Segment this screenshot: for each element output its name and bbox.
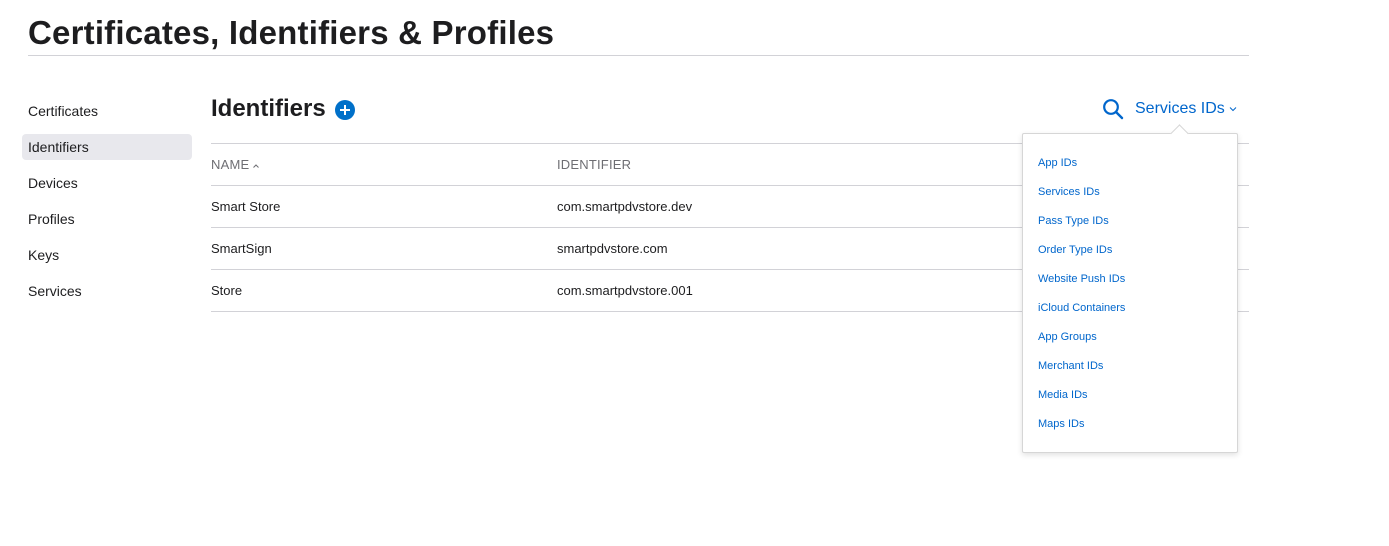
sidebar-item-identifiers[interactable]: Identifiers xyxy=(22,134,192,160)
dropdown-option-maps-ids[interactable]: Maps IDs xyxy=(1038,414,1125,443)
chevron-down-icon xyxy=(1229,106,1237,111)
sidebar-item-profiles[interactable]: Profiles xyxy=(22,206,192,232)
row-identifier: com.smartpdvstore.001 xyxy=(557,283,693,298)
dropdown-option-merchant-ids[interactable]: Merchant IDs xyxy=(1038,356,1125,385)
page-title: Certificates, Identifiers & Profiles xyxy=(28,14,555,51)
sidebar-item-keys[interactable]: Keys xyxy=(22,242,192,268)
dropdown-option-icloud-containers[interactable]: iCloud Containers xyxy=(1038,298,1125,327)
dropdown-caret xyxy=(1170,124,1189,143)
dropdown-option-pass-type-ids[interactable]: Pass Type IDs xyxy=(1038,211,1125,240)
sidebar-item-devices[interactable]: Devices xyxy=(22,170,192,196)
identifier-type-select[interactable]: Services IDs xyxy=(1135,98,1237,120)
title-divider xyxy=(28,55,1249,56)
add-identifier-button[interactable] xyxy=(335,100,355,120)
row-name: SmartSign xyxy=(211,241,272,256)
identifier-type-dropdown: App IDs Services IDs Pass Type IDs Order… xyxy=(1022,124,1238,453)
column-header-identifier[interactable]: IDENTIFIER xyxy=(557,144,631,185)
column-header-name[interactable]: NAME xyxy=(211,144,260,185)
row-identifier: smartpdvstore.com xyxy=(557,241,668,256)
row-identifier: com.smartpdvstore.dev xyxy=(557,199,693,214)
row-name: Smart Store xyxy=(211,199,281,214)
identifier-type-select-value: Services IDs xyxy=(1135,100,1225,117)
dropdown-option-services-ids[interactable]: Services IDs xyxy=(1038,182,1125,211)
sort-ascending-icon xyxy=(253,163,260,168)
dropdown-option-app-groups[interactable]: App Groups xyxy=(1038,327,1125,356)
sidebar: Certificates Identifiers Devices Profile… xyxy=(22,98,192,314)
sidebar-item-services[interactable]: Services xyxy=(22,278,192,304)
search-icon[interactable] xyxy=(1102,98,1124,120)
dropdown-option-media-ids[interactable]: Media IDs xyxy=(1038,385,1125,414)
dropdown-option-app-ids[interactable]: App IDs xyxy=(1038,153,1125,182)
section-title: Identifiers xyxy=(211,95,326,122)
sidebar-item-certificates[interactable]: Certificates xyxy=(22,98,192,124)
dropdown-option-website-push-ids[interactable]: Website Push IDs xyxy=(1038,269,1125,298)
dropdown-options: App IDs Services IDs Pass Type IDs Order… xyxy=(1038,153,1125,443)
row-name: Store xyxy=(211,283,243,298)
dropdown-option-order-type-ids[interactable]: Order Type IDs xyxy=(1038,240,1125,269)
